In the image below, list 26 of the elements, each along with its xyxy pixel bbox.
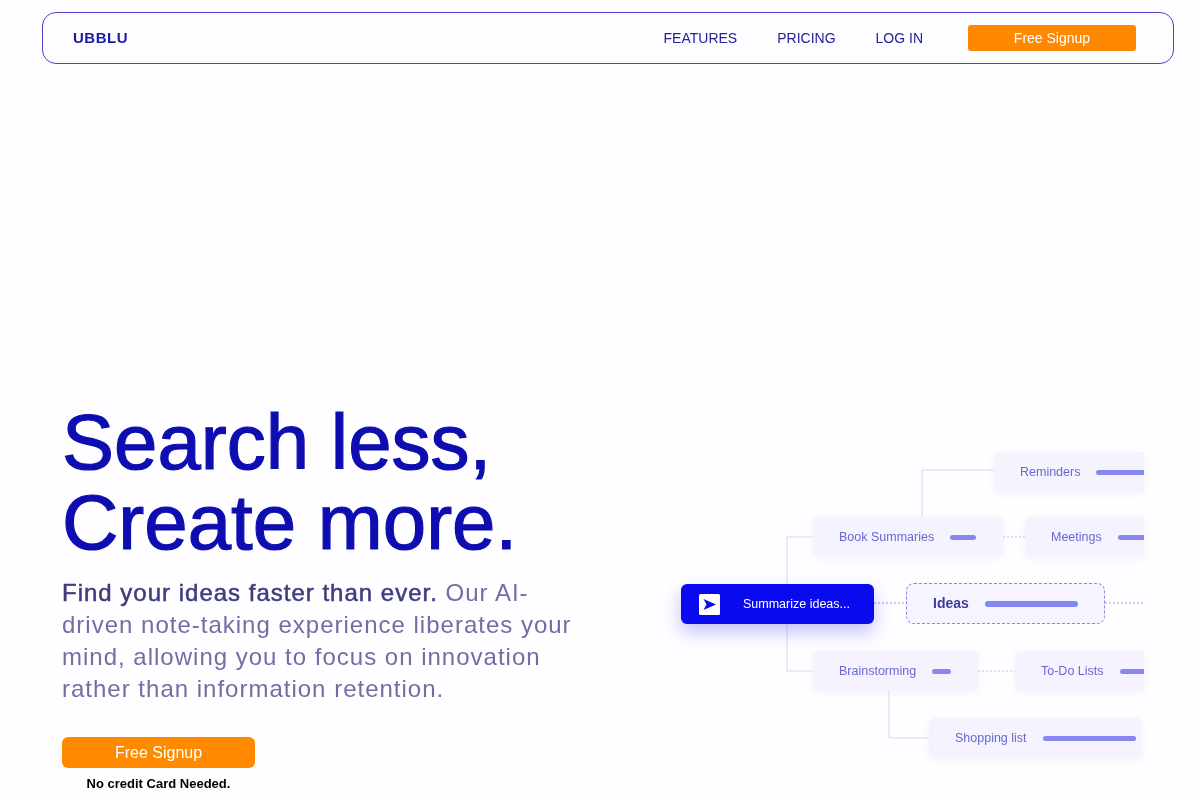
hero-headline: Search less, Create more. bbox=[62, 402, 518, 562]
node-label: Brainstorming bbox=[839, 662, 917, 680]
hero-description: Find your ideas faster than ever. Our AI-driven note-taking experience liberates your mind, allowing you to focus on innovation rather than information retention. bbox=[62, 578, 573, 704]
connector-line bbox=[786, 536, 814, 585]
send-icon bbox=[699, 593, 720, 615]
placeholder-bar bbox=[1119, 668, 1144, 674]
nav-link[interactable]: FEATURES bbox=[663, 27, 738, 49]
node-label: Book Summaries bbox=[839, 528, 935, 546]
nav-link[interactable]: LOG IN bbox=[875, 27, 923, 49]
node-label: To-Do Lists bbox=[1041, 662, 1104, 680]
node-label: Reminders bbox=[1020, 463, 1081, 481]
brand-logo[interactable]: UBBLU bbox=[73, 26, 128, 50]
placeholder-bar bbox=[950, 534, 977, 540]
nav-link[interactable]: PRICING bbox=[777, 27, 836, 49]
node-label: Summarize ideas... bbox=[743, 595, 850, 613]
dotted-connector bbox=[873, 602, 907, 604]
node-label: Meetings bbox=[1051, 528, 1102, 546]
node-label: Ideas bbox=[933, 594, 969, 613]
connector-line bbox=[786, 623, 814, 672]
placeholder-bar bbox=[932, 668, 952, 674]
node-label: Shopping list bbox=[955, 729, 1027, 747]
placeholder-bar bbox=[1117, 534, 1144, 540]
connector-line bbox=[888, 690, 930, 739]
placeholder-bar bbox=[1096, 469, 1144, 475]
no-credit-card-note: No credit Card Needed. bbox=[86, 775, 231, 793]
dotted-connector bbox=[1104, 602, 1144, 604]
